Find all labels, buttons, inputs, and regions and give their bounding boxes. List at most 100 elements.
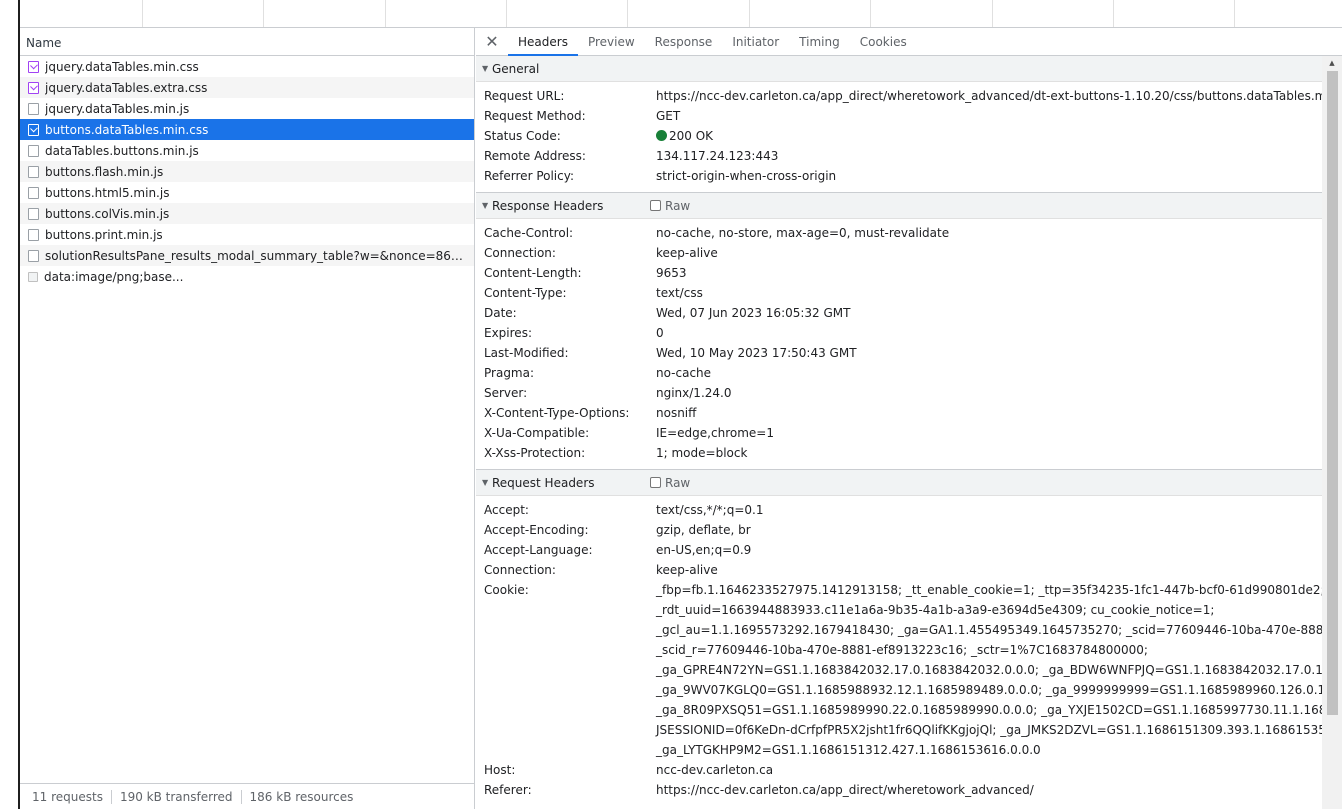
request-row[interactable]: jquery.dataTables.min.js — [20, 98, 474, 119]
request-row[interactable]: dataTables.buttons.min.js — [20, 140, 474, 161]
request-row[interactable]: buttons.html5.min.js — [20, 182, 474, 203]
request-row[interactable]: buttons.dataTables.min.css — [20, 119, 474, 140]
header-value: nginx/1.24.0 — [656, 386, 732, 400]
status-code-text: 200 OK — [669, 129, 714, 143]
header-key: Referrer Policy: — [484, 169, 574, 183]
header-key: X-Content-Type-Options: — [484, 406, 630, 420]
header-row: Content-Type: text/css — [476, 283, 1322, 303]
header-value: Wed, 10 May 2023 17:50:43 GMT — [656, 346, 857, 360]
cookie-line: _fbp=fb.1.1646233527975.1412913158; _tt_… — [656, 583, 1322, 597]
cookie-line: _scid_r=77609446-10ba-470e-8881-ef891322… — [656, 643, 1148, 657]
document-icon — [28, 186, 39, 199]
stylesheet-icon — [28, 123, 39, 136]
raw-checkbox[interactable]: Raw — [650, 476, 690, 490]
header-row: Last-Modified: Wed, 10 May 2023 17:50:43 … — [476, 343, 1322, 363]
header-value: keep-alive — [656, 246, 718, 260]
header-key: Content-Type: — [484, 286, 567, 300]
header-value: text/css — [656, 286, 703, 300]
header-value: no-cache — [656, 366, 712, 380]
header-row: Request Method: GET — [476, 106, 1322, 126]
tab-preview[interactable]: Preview — [578, 28, 645, 55]
header-row: Host: ncc-dev.carleton.ca — [476, 760, 1322, 780]
header-row: Referer: https://ncc-dev.carleton.ca/app_… — [476, 780, 1322, 800]
scroll-up-arrow-icon[interactable]: ▲ — [1322, 56, 1342, 70]
header-key: Request URL: — [484, 89, 565, 103]
header-key: X-Xss-Protection: — [484, 446, 586, 460]
request-row[interactable]: data:image/png;base... — [20, 266, 474, 287]
timeline-overview[interactable] — [20, 0, 1342, 28]
image-icon — [28, 271, 38, 282]
tab-cookies[interactable]: Cookies — [850, 28, 917, 55]
header-value: strict-origin-when-cross-origin — [656, 169, 837, 183]
details-scrollbar[interactable]: ▲ — [1322, 56, 1342, 809]
cookie-line: _ga_LYTGKHP9M2=GS1.1.1686151312.427.1.16… — [656, 743, 1041, 757]
header-row: Expires: 0 — [476, 323, 1322, 343]
cookie-line: _ga_8R09PXSQ51=GS1.1.1685989990.22.0.168… — [656, 703, 1322, 717]
header-key: Referer: — [484, 783, 532, 797]
window-left-edge — [0, 0, 20, 809]
header-value: gzip, deflate, br — [656, 523, 751, 537]
document-icon — [28, 207, 39, 220]
cookie-line: _rdt_uuid=1663944883933.c11e1a6a-9b35-4a… — [656, 603, 1215, 617]
header-row: Content-Length: 9653 — [476, 263, 1322, 283]
tab-initiator[interactable]: Initiator — [722, 28, 789, 55]
header-row: Status Code: 200 OK — [476, 126, 1322, 146]
request-row[interactable]: jquery.dataTables.min.css — [20, 56, 474, 77]
header-key: Content-Length: — [484, 266, 582, 280]
header-value: ncc-dev.carleton.ca — [656, 763, 774, 777]
document-icon — [28, 228, 39, 241]
request-name: solutionResultsPane_results_modal_summar… — [45, 248, 470, 263]
header-row: Date: Wed, 07 Jun 2023 16:05:32 GMT — [476, 303, 1322, 323]
requests-list-pane: Name jquery.dataTables.min.css jquery.dat… — [20, 28, 475, 809]
request-name: buttons.flash.min.js — [45, 164, 164, 179]
general-section-header[interactable]: ▼ General — [476, 56, 1322, 82]
header-value: 1; mode=block — [656, 446, 748, 460]
raw-checkbox[interactable]: Raw — [650, 199, 690, 213]
request-count: 11 requests — [32, 789, 103, 804]
stylesheet-icon — [28, 81, 39, 94]
header-key: Expires: — [484, 326, 532, 340]
header-row: Request URL: https://ncc-dev.carleton.ca/… — [476, 86, 1322, 106]
tab-headers[interactable]: Headers — [508, 28, 578, 56]
request-row[interactable]: solutionResultsPane_results_modal_summar… — [20, 245, 474, 266]
header-value: 134.117.24.123:443 — [656, 149, 779, 163]
header-value: 9653 — [656, 266, 687, 280]
cookie-line: JSESSIONID=0f6KeDn-dCrfpfPR5X2jsht1fr6QQ… — [656, 723, 1322, 737]
header-value: https://ncc-dev.carleton.ca/app_direct/w… — [656, 89, 1322, 103]
header-row: Cache-Control: no-cache, no-store, max-ag… — [476, 223, 1322, 243]
tab-response[interactable]: Response — [645, 28, 723, 55]
header-key: Request Method: — [484, 109, 586, 123]
close-icon[interactable]: ✕ — [476, 28, 508, 55]
header-value: nosniff — [656, 406, 697, 420]
name-column-header[interactable]: Name — [20, 28, 474, 56]
request-headers-section-header[interactable]: ▼ Request Headers Raw — [476, 470, 1322, 496]
header-value: en-US,en;q=0.9 — [656, 543, 752, 557]
tab-timing[interactable]: Timing — [789, 28, 850, 55]
document-icon — [28, 249, 39, 262]
document-icon — [28, 102, 39, 115]
request-row[interactable]: jquery.dataTables.extra.css — [20, 77, 474, 98]
header-value: Wed, 07 Jun 2023 16:05:32 GMT — [656, 306, 851, 320]
header-row: X-Ua-Compatible: IE=edge,chrome=1 — [476, 423, 1322, 443]
stylesheet-icon — [28, 60, 39, 73]
transferred-size: 190 kB transferred — [119, 789, 233, 804]
request-name: jquery.dataTables.min.js — [45, 101, 190, 116]
request-row[interactable]: buttons.print.min.js — [20, 224, 474, 245]
header-key: Accept: — [484, 503, 529, 517]
request-name: dataTables.buttons.min.js — [45, 143, 199, 158]
checkbox-icon — [650, 477, 661, 488]
cookie-line: _gcl_au=1.1.1695573292.1679418430; _ga=G… — [656, 623, 1322, 637]
header-value: 0 — [656, 326, 664, 340]
scrollbar-thumb[interactable] — [1327, 71, 1338, 715]
header-row: Referrer Policy: strict-origin-when-cross… — [476, 166, 1322, 186]
request-row[interactable]: buttons.colVis.min.js — [20, 203, 474, 224]
request-name: buttons.html5.min.js — [45, 185, 170, 200]
document-icon — [28, 165, 39, 178]
request-row[interactable]: buttons.flash.min.js — [20, 161, 474, 182]
status-ok-dot-icon — [656, 130, 667, 141]
request-name: buttons.print.min.js — [45, 227, 163, 242]
header-value: IE=edge,chrome=1 — [656, 426, 774, 440]
response-headers-section-header[interactable]: ▼ Response Headers Raw — [476, 193, 1322, 219]
document-icon — [28, 144, 39, 157]
header-row: X-Content-Type-Options: nosniff — [476, 403, 1322, 423]
